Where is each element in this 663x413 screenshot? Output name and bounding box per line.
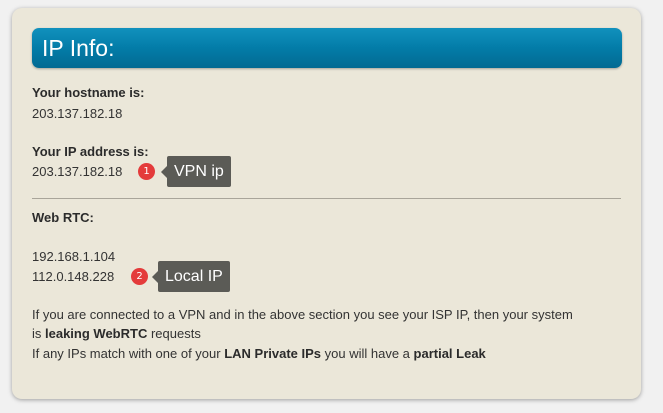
webrtc-ip-1: 192.168.1.104: [32, 249, 116, 264]
callout-number-1: 1: [138, 163, 155, 180]
hostname-value: 203.137.182.18: [32, 106, 123, 121]
section-divider: [32, 198, 621, 199]
ip-address-value: 203.137.182.18: [32, 164, 123, 179]
note-line-3: If any IPs match with one of your LAN Pr…: [32, 346, 486, 361]
lan-private-ips-emphasis: LAN Private IPs: [224, 346, 322, 361]
ip-info-card: IP Info: Your hostname is: 203.137.182.1…: [12, 8, 641, 399]
ip-address-label: Your IP address is:: [32, 144, 149, 159]
webrtc-label: Web RTC:: [32, 210, 94, 225]
note-line-2: is leaking WebRTC requests: [32, 326, 201, 341]
webrtc-ip-2: 112.0.148.228: [32, 269, 115, 284]
leaking-webrtc-emphasis: leaking WebRTC: [45, 326, 148, 341]
partial-leak-emphasis: partial Leak: [413, 346, 486, 361]
hostname-label: Your hostname is:: [32, 85, 145, 100]
vpn-ip-callout: VPN ip: [161, 156, 231, 187]
local-ip-callout: Local IP: [152, 261, 230, 292]
ip-info-header: IP Info:: [32, 28, 622, 68]
callout-number-2: 2: [131, 268, 148, 285]
note-line-1: If you are connected to a VPN and in the…: [32, 307, 573, 322]
page-title: IP Info:: [42, 35, 115, 61]
